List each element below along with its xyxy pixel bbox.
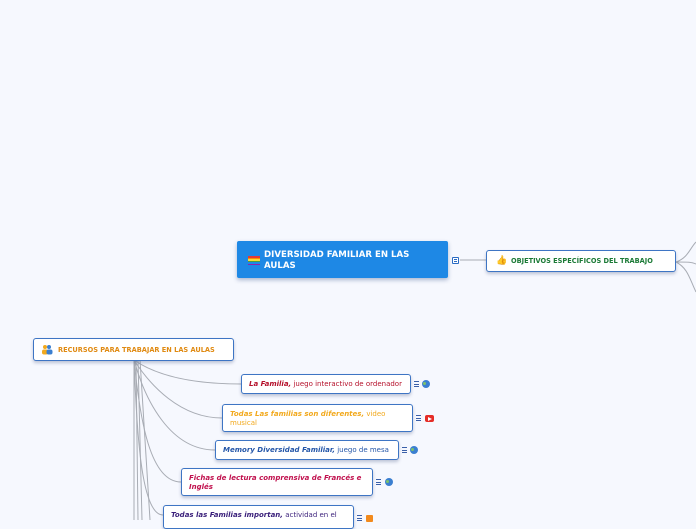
rainbow-flag-icon	[248, 256, 260, 265]
resource-title: Todas las Familias importan,	[171, 511, 283, 519]
note-icon[interactable]	[376, 479, 381, 485]
globe-icon[interactable]	[385, 478, 393, 486]
rss-icon[interactable]	[366, 515, 373, 522]
resource-node-fichas[interactable]: Fichas de lectura comprensiva de Francés…	[181, 468, 373, 496]
note-icon[interactable]	[357, 515, 362, 521]
youtube-icon[interactable]	[425, 415, 434, 422]
globe-icon[interactable]	[410, 446, 418, 454]
resource-desc: juego interactivo de ordenador	[293, 380, 402, 388]
resource-node-memory[interactable]: Memory Diversidad Familiar, juego de mes…	[215, 440, 399, 460]
note-icon[interactable]	[414, 381, 419, 387]
recursos-label: RECURSOS PARA TRABAJAR EN LAS AULAS	[58, 346, 215, 354]
people-group-icon	[41, 344, 53, 355]
resource-title: Memory Diversidad Familiar,	[223, 446, 335, 454]
resource-title: Fichas de lectura comprensiva de Francés…	[189, 474, 362, 491]
root-node[interactable]: DIVERSIDAD FAMILIAR EN LAS AULAS	[237, 241, 448, 278]
thumbs-up-icon: 👍	[496, 256, 508, 266]
note-icon[interactable]	[452, 257, 459, 264]
resource-title: La Familia,	[249, 380, 292, 388]
note-icon[interactable]	[402, 447, 407, 453]
resource-desc: juego de mesa	[337, 446, 389, 454]
resource-node-la-familia[interactable]: La Familia, juego interactivo de ordenad…	[241, 374, 411, 394]
root-label: DIVERSIDAD FAMILIAR EN LAS AULAS	[264, 250, 410, 271]
objetivos-label: OBJETIVOS ESPECÍFICOS DEL TRABAJO	[511, 257, 653, 265]
resource-desc: actividad en el	[285, 511, 337, 519]
objetivos-node[interactable]: 👍 OBJETIVOS ESPECÍFICOS DEL TRABAJO	[486, 250, 676, 272]
globe-icon[interactable]	[422, 380, 430, 388]
resource-node-todas-importan[interactable]: Todas las Familias importan, actividad e…	[163, 505, 354, 529]
recursos-node[interactable]: RECURSOS PARA TRABAJAR EN LAS AULAS	[33, 338, 234, 361]
resource-title: Todas Las familias son diferentes,	[230, 410, 365, 418]
resource-node-todas-las-familias[interactable]: Todas Las familias son diferentes, video…	[222, 404, 413, 432]
note-icon[interactable]	[416, 415, 421, 421]
